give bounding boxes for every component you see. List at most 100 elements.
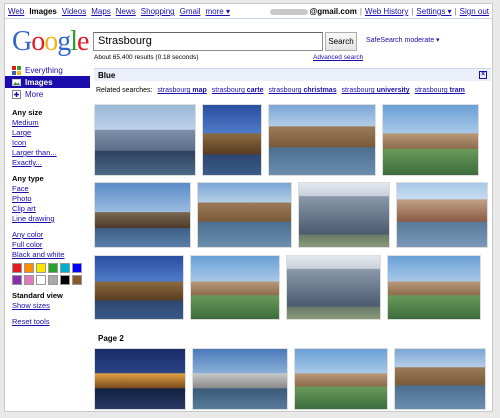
nav-shopping[interactable]: Shopping (141, 7, 175, 16)
safesearch-dropdown[interactable]: SafeSearch moderate ▾ (366, 36, 440, 44)
account-email: @gmail.com (270, 7, 357, 16)
nav-images[interactable]: Images (29, 7, 57, 16)
related-label: Related searches: (96, 87, 153, 94)
related-searches: Related searches: strasbourg map strasbo… (94, 87, 491, 94)
search-button[interactable]: Search (325, 32, 357, 51)
image-row (94, 182, 492, 248)
sidebar-item-images[interactable]: Images (5, 76, 90, 88)
account-links: @gmail.com | Web History | Settings ▾ | … (270, 7, 489, 16)
color-swatch[interactable] (24, 263, 34, 273)
image-row (94, 104, 485, 176)
color-swatch[interactable] (48, 275, 58, 285)
image-thumbnail[interactable] (94, 104, 196, 176)
logo-letter: g (57, 26, 71, 57)
size-heading: Any size (12, 108, 43, 117)
nav-more[interactable]: more ▾ (206, 7, 230, 16)
reset-section: Reset tools (5, 317, 90, 327)
color-swatch[interactable] (60, 263, 70, 273)
sidebar: Everything Images More Any size Medium L… (5, 64, 90, 327)
nav-gmail[interactable]: Gmail (180, 7, 201, 16)
web-history-link[interactable]: Web History (365, 7, 408, 16)
size-filter: Any size Medium Large Icon Larger than..… (5, 108, 90, 168)
reset-tools-link[interactable]: Reset tools (12, 317, 90, 327)
related-link-christmas[interactable]: strasbourg christmas (268, 87, 336, 94)
view-heading: Standard view (12, 291, 63, 300)
image-thumbnail[interactable] (202, 104, 262, 176)
type-line-drawing[interactable]: Line drawing (12, 214, 90, 224)
image-thumbnail[interactable] (396, 182, 488, 248)
nav-videos[interactable]: Videos (62, 7, 86, 16)
logo-letter: l (70, 26, 78, 57)
nav-maps[interactable]: Maps (91, 7, 111, 16)
redacted-username (270, 8, 309, 15)
sidebar-item-everything[interactable]: Everything (5, 64, 90, 76)
image-thumbnail[interactable] (382, 104, 479, 176)
view-filter: Standard view Show sizes (5, 291, 90, 311)
image-thumbnail[interactable] (94, 182, 191, 248)
color-swatch[interactable] (36, 275, 46, 285)
image-thumbnail[interactable] (268, 104, 376, 176)
image-row (94, 348, 492, 410)
related-link-university[interactable]: strasbourg university (342, 87, 410, 94)
sidebar-item-label: Everything (25, 65, 63, 75)
logo-letter: e (77, 26, 89, 57)
size-medium[interactable]: Medium (12, 118, 90, 128)
image-thumbnail[interactable] (190, 255, 280, 320)
color-filter: Any color Full color Black and white (5, 230, 90, 285)
sidebar-item-label: Images (25, 77, 53, 87)
settings-link[interactable]: Settings ▾ (416, 7, 451, 16)
google-logo[interactable]: Google (12, 26, 89, 58)
color-swatches (12, 263, 90, 285)
color-swatch[interactable] (12, 275, 22, 285)
size-exactly[interactable]: Exactly... (12, 158, 90, 168)
type-photo[interactable]: Photo (12, 194, 90, 204)
image-results: Blue × Related searches: strasbourg map … (94, 68, 492, 411)
size-larger-than[interactable]: Larger than... (12, 148, 90, 158)
type-face[interactable]: Face (12, 184, 90, 194)
result-stats: About 65,400 results (0.18 seconds) (94, 54, 199, 61)
image-thumbnail[interactable] (94, 255, 184, 320)
color-full[interactable]: Full color (12, 240, 90, 250)
type-clip-art[interactable]: Clip art (12, 204, 90, 214)
logo-letter: o (44, 26, 58, 57)
sidebar-item-more[interactable]: More (5, 88, 90, 100)
sign-out-link[interactable]: Sign out (460, 7, 489, 16)
nav-news[interactable]: News (116, 7, 136, 16)
advanced-search-link[interactable]: Advanced search (313, 54, 363, 61)
show-sizes-link[interactable]: Show sizes (12, 301, 90, 311)
image-row (94, 255, 487, 320)
color-swatch[interactable] (60, 275, 70, 285)
color-swatch[interactable] (24, 275, 34, 285)
everything-icon (12, 65, 21, 75)
top-bar: Web Images Videos Maps News Shopping Gma… (5, 4, 492, 19)
type-heading: Any type (12, 174, 44, 183)
image-thumbnail[interactable] (94, 348, 186, 410)
color-swatch[interactable] (72, 263, 82, 273)
type-filter: Any type Face Photo Clip art Line drawin… (5, 174, 90, 224)
size-large[interactable]: Large (12, 128, 90, 138)
close-icon[interactable]: × (479, 71, 487, 79)
image-thumbnail[interactable] (394, 348, 486, 410)
color-any[interactable]: Any color (12, 230, 90, 240)
image-thumbnail[interactable] (387, 255, 481, 320)
logo-letter: G (12, 26, 32, 57)
related-link-carte[interactable]: strasbourg carte (212, 87, 264, 94)
image-thumbnail[interactable] (298, 182, 390, 248)
color-black-white[interactable]: Black and white (12, 250, 90, 260)
nav-web[interactable]: Web (8, 7, 24, 16)
related-link-tram[interactable]: strasbourg tram (415, 87, 465, 94)
search-input[interactable]: Strasbourg (93, 32, 323, 51)
related-link-map[interactable]: strasbourg map (157, 87, 206, 94)
image-thumbnail[interactable] (197, 182, 292, 248)
color-swatch[interactable] (12, 263, 22, 273)
size-icon[interactable]: Icon (12, 138, 90, 148)
image-thumbnail[interactable] (286, 255, 381, 320)
color-swatch[interactable] (72, 275, 82, 285)
image-thumbnail[interactable] (192, 348, 288, 410)
color-swatch[interactable] (48, 263, 58, 273)
browser-window: Web Images Videos Maps News Shopping Gma… (4, 3, 493, 412)
color-swatch[interactable] (36, 263, 46, 273)
image-thumbnail[interactable] (294, 348, 388, 410)
filter-title: Blue (98, 70, 116, 80)
sidebar-item-label: More (25, 89, 44, 99)
